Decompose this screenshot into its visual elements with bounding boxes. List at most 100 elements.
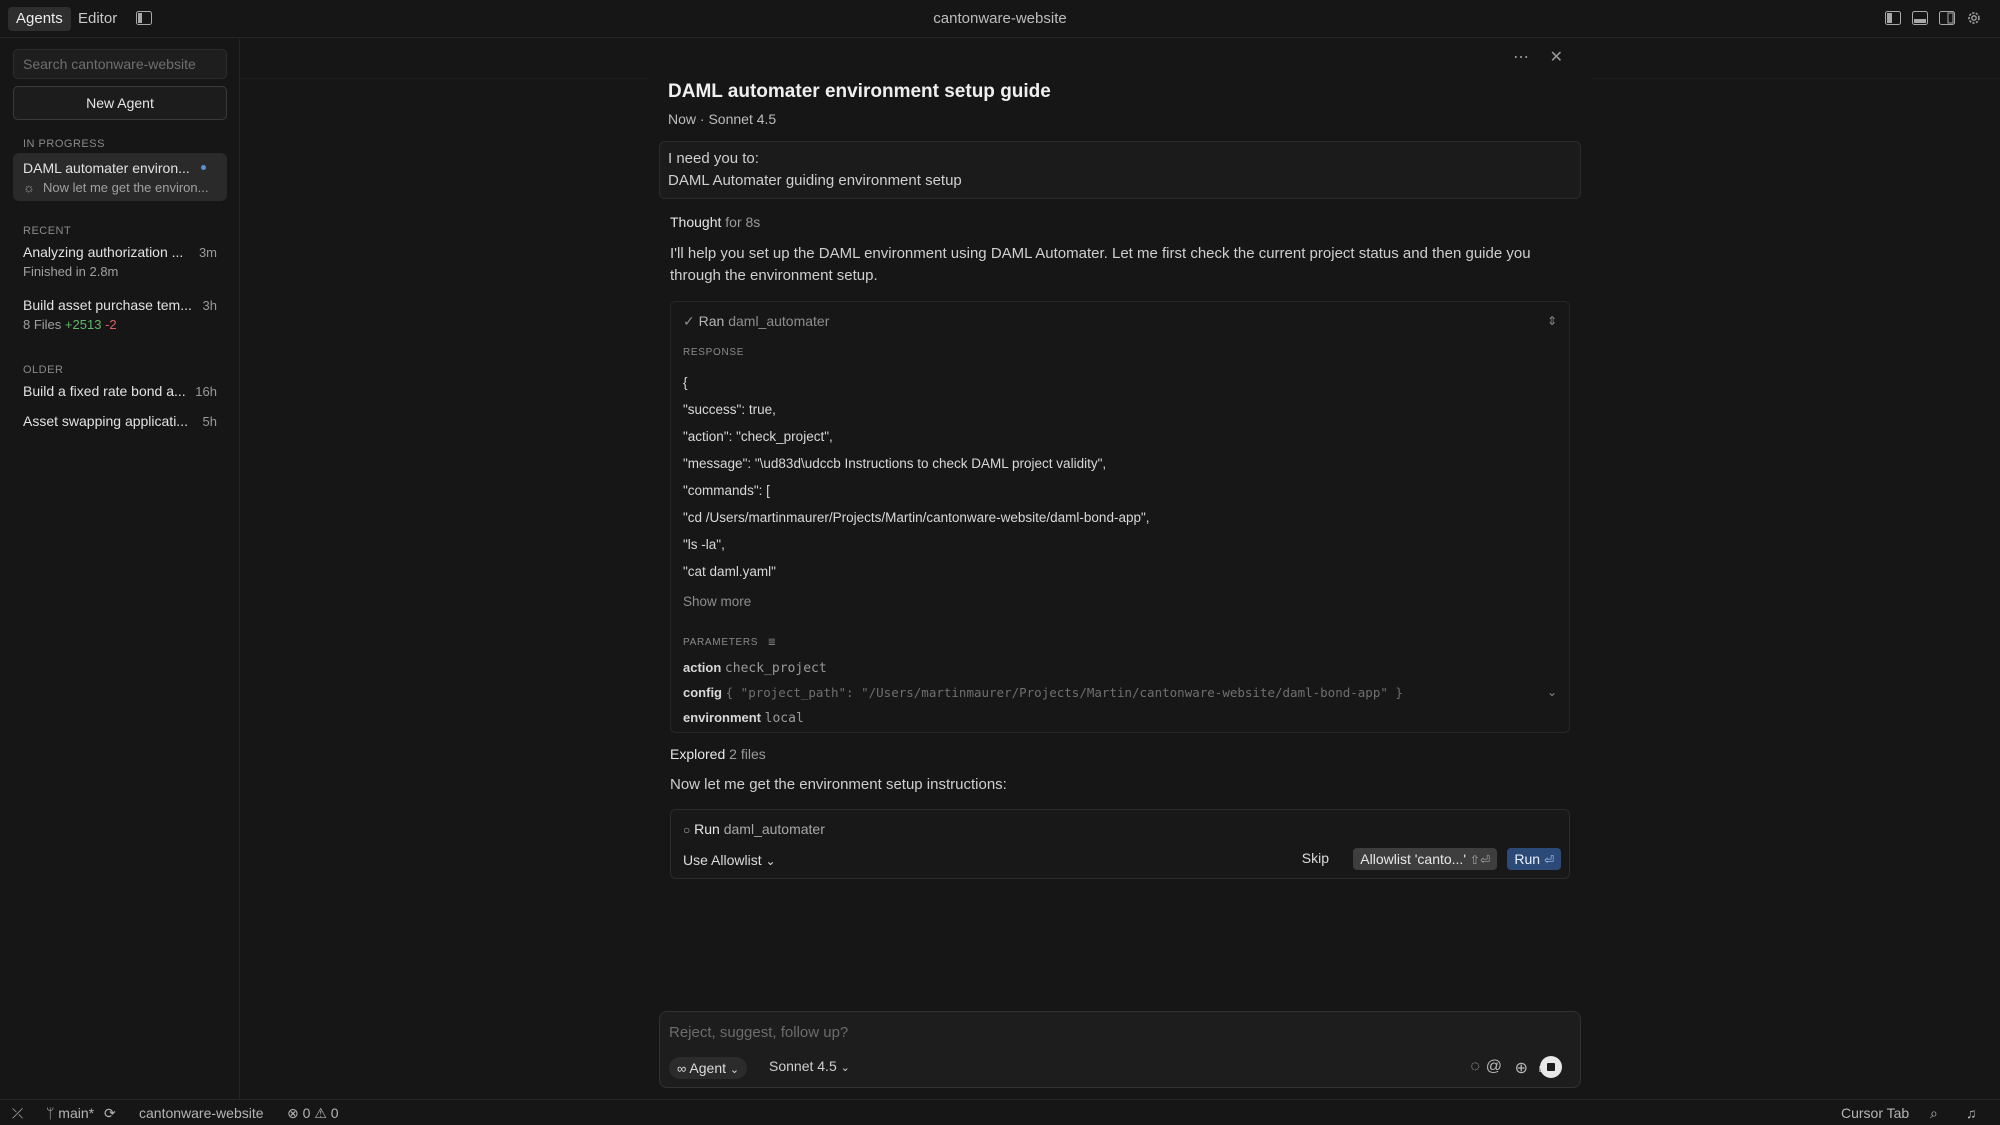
section-older: OLDER	[23, 364, 64, 376]
chat-meta: Now · Sonnet 4.5	[668, 111, 776, 127]
assistant-message: I'll help you set up the DAML environmen…	[670, 245, 1531, 284]
response-line: "cd /Users/martinmaurer/Projects/Martin/…	[683, 510, 1150, 525]
skip-button[interactable]: Skip	[1302, 850, 1329, 866]
copy-icon[interactable]: ≣	[768, 637, 777, 648]
run-button[interactable]: Run ⏎	[1507, 848, 1561, 870]
chat-model: Sonnet 4.5	[708, 111, 777, 127]
agent-item-subtitle: Now let me get the environ...	[43, 180, 209, 195]
response-line: "action": "check_project",	[683, 429, 833, 444]
agent-mode-label: Agent	[689, 1060, 726, 1076]
right-empty-pane	[1593, 39, 2000, 79]
more-options-icon[interactable]: ⋯	[1513, 49, 1529, 66]
explored-count: 2 files	[729, 746, 766, 762]
model-dropdown[interactable]: Sonnet 4.5 ⌄	[769, 1058, 850, 1074]
meta-separator: ·	[699, 111, 705, 127]
user-request-box[interactable]: I need you to: DAML Automater guiding en…	[659, 141, 1581, 199]
param-key: action	[683, 660, 722, 675]
allowlist-shortcut: ⇧⏎	[1469, 853, 1490, 867]
infinity-icon: ∞	[677, 1061, 687, 1076]
search-input[interactable]	[13, 49, 227, 79]
tool-call-header[interactable]: ✓ Ran daml_automater	[683, 313, 829, 330]
use-allowlist-dropdown[interactable]: Use Allowlist ⌄	[683, 852, 776, 868]
loading-spinner-icon: ◌	[1470, 1058, 1480, 1075]
agents-sidebar: New Agent IN PROGRESS DAML automater env…	[0, 39, 240, 1099]
warning-icon: ⚠	[314, 1105, 327, 1121]
globe-icon[interactable]: ⊕	[1515, 1058, 1528, 1078]
thought-label: Thought	[670, 214, 722, 230]
use-allowlist-label: Use Allowlist	[683, 852, 762, 868]
git-branch-icon: ᛘ	[46, 1105, 55, 1121]
allowlist-button[interactable]: Allowlist 'canto...' ⇧⏎	[1353, 848, 1497, 870]
window-title: cantonware-website	[933, 10, 1067, 27]
section-in-progress: IN PROGRESS	[23, 138, 105, 150]
thought-indicator[interactable]: Thought for 8s	[670, 214, 760, 230]
agent-item-authorization[interactable]: Analyzing authorization ... 3m Finished …	[13, 242, 227, 286]
close-icon[interactable]: ✕	[1550, 49, 1563, 66]
files-count: 8 Files	[23, 317, 62, 332]
composer-input[interactable]	[669, 1020, 1549, 1044]
agent-item-fixed-rate-bond[interactable]: Build a fixed rate bond a... 16h	[13, 381, 227, 403]
section-recent: RECENT	[23, 225, 72, 237]
layout-left-icon[interactable]	[1885, 11, 1901, 25]
assistant-message: Now let me get the environment setup ins…	[670, 776, 1007, 793]
branch-indicator[interactable]: ᛘ main* ⟳	[46, 1105, 116, 1122]
zoom-icon[interactable]: ⌕	[1930, 1105, 1938, 1122]
param-key: config	[683, 685, 722, 700]
chevron-down-icon[interactable]: ⌄	[1547, 685, 1557, 699]
composer: ∞ Agent ⌄ Sonnet 4.5 ⌄ ◌ @ ⊕ ▭	[659, 1011, 1581, 1088]
mention-icon[interactable]: @	[1486, 1058, 1502, 1076]
allowlist-button-label: Allowlist 'canto...'	[1360, 851, 1466, 867]
agent-item-title: Build a fixed rate bond a...	[23, 383, 186, 399]
remote-icon[interactable]: ⤫	[12, 1105, 23, 1122]
check-icon: ✓	[683, 313, 695, 329]
tool-call-result: ✓ Ran daml_automater ⇕ RESPONSE { "succe…	[670, 301, 1570, 733]
agent-item-asset-swapping[interactable]: Asset swapping applicati... 5h	[13, 411, 227, 433]
response-line: "success": true,	[683, 402, 776, 417]
layout-right-icon[interactable]	[1939, 11, 1955, 25]
run-shortcut: ⏎	[1543, 853, 1554, 867]
show-more-link[interactable]: Show more	[683, 594, 751, 609]
problems-indicator[interactable]: ⊗ 0 ⚠ 0	[287, 1105, 339, 1122]
parameters-label: PARAMETERS ≣	[683, 637, 777, 648]
chat-panel: ⋯ ✕ DAML automater environment setup gui…	[649, 39, 1593, 1099]
chevron-down-icon: ⌄	[729, 1064, 740, 1076]
notification-bell-icon[interactable]: ♫	[1966, 1105, 1977, 1121]
response-label: RESPONSE	[683, 347, 745, 358]
gear-icon[interactable]	[1966, 10, 1982, 26]
run-button-label: Run	[1514, 851, 1541, 867]
agent-item-asset-purchase[interactable]: Build asset purchase tem... 3h 8 Files +…	[13, 295, 227, 339]
agent-item-title: DAML automater environ...	[23, 160, 190, 176]
param-key: environment	[683, 710, 762, 725]
new-agent-button[interactable]: New Agent	[13, 86, 227, 120]
chat-top-actions: ⋯ ✕	[1513, 47, 1563, 67]
stop-button[interactable]	[1540, 1056, 1562, 1078]
pending-tool-name: daml_automater	[723, 821, 825, 837]
layout-bottom-icon[interactable]	[1912, 11, 1928, 25]
agent-item-subtitle: Finished in 2.8m	[23, 264, 119, 279]
project-name[interactable]: cantonware-website	[139, 1105, 264, 1121]
request-line: DAML Automater guiding environment setup	[668, 172, 962, 189]
chat-time: Now	[668, 111, 697, 127]
param-row-config: config { "project_path": "/Users/martinm…	[683, 685, 1403, 700]
pending-tool-header: ○ Run daml_automater	[683, 821, 825, 837]
chevron-down-icon: ⌄	[765, 854, 776, 868]
parameters-label-text: PARAMETERS	[683, 637, 759, 648]
expand-collapse-icon[interactable]: ⇕	[1547, 314, 1557, 328]
title-bar: Agents Editor cantonware-website	[0, 0, 2000, 38]
branch-name: main*	[58, 1105, 95, 1121]
tool-status: Ran	[698, 313, 725, 329]
chat-title: DAML automater environment setup guide	[668, 81, 1051, 102]
explored-label: Explored	[670, 746, 726, 762]
lines-removed: -2	[105, 317, 117, 332]
warning-count: 0	[330, 1105, 339, 1121]
sync-icon: ⟳	[103, 1105, 116, 1121]
thought-duration: for 8s	[725, 214, 761, 230]
cursor-tab-status[interactable]: Cursor Tab	[1841, 1105, 1909, 1121]
response-line: "cat daml.yaml"	[683, 564, 776, 579]
explored-indicator[interactable]: Explored 2 files	[670, 746, 766, 762]
tool-name: daml_automater	[728, 313, 830, 329]
param-value: { "project_path": "/Users/martinmaurer/P…	[725, 685, 1403, 700]
model-label: Sonnet 4.5	[769, 1058, 837, 1074]
agent-mode-dropdown[interactable]: ∞ Agent ⌄	[669, 1057, 748, 1079]
agent-item-daml-setup[interactable]: DAML automater environ... ☼ Now let me g…	[13, 153, 227, 201]
